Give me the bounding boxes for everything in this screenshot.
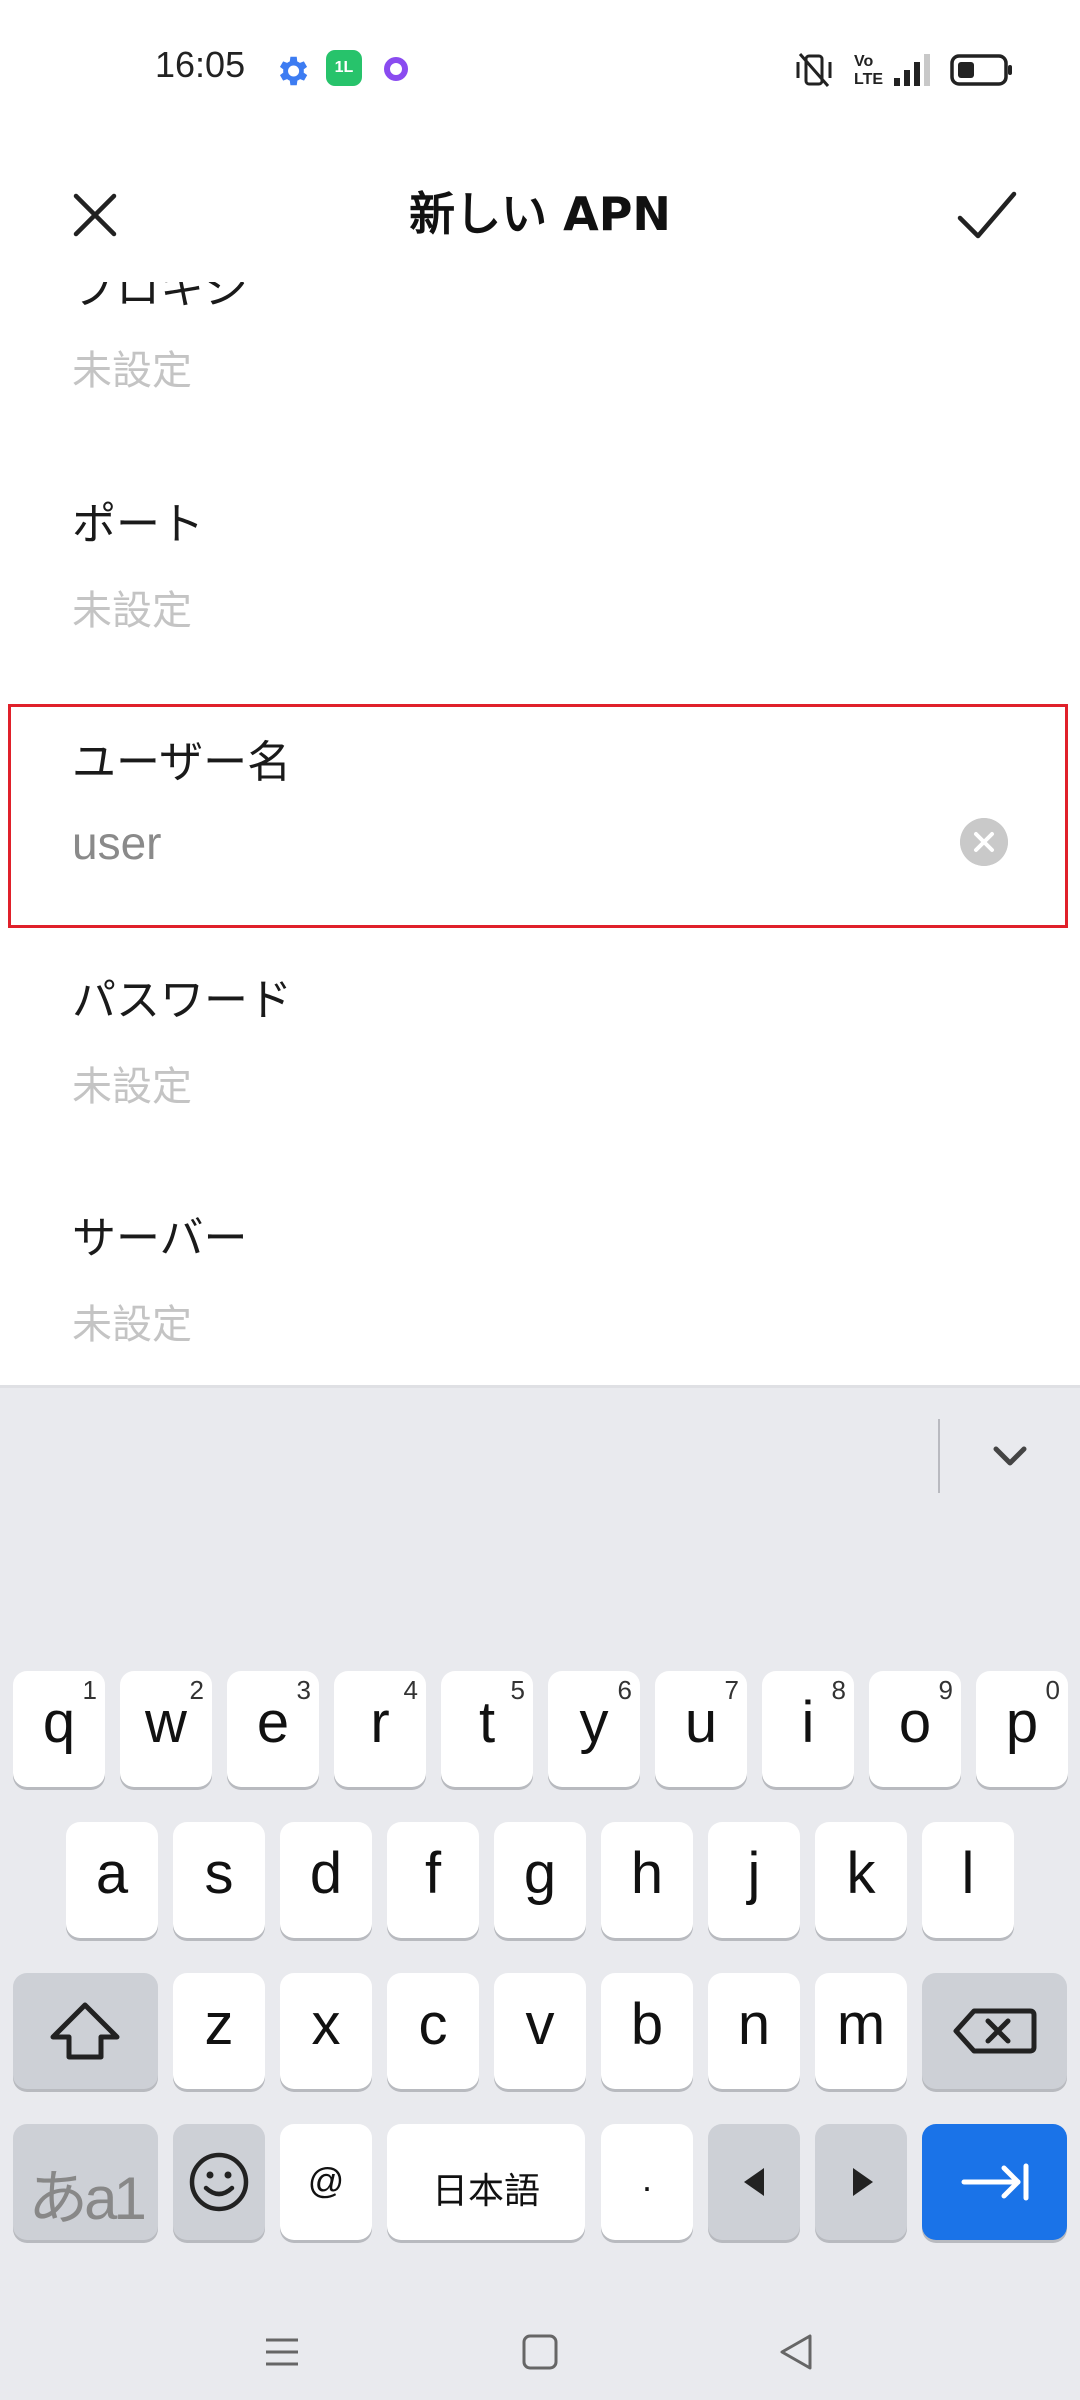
back-icon[interactable] — [776, 2332, 816, 2372]
field-value[interactable]: 未設定 — [72, 1292, 192, 1350]
keyboard-toolbar-divider — [938, 1419, 940, 1493]
key-n[interactable]: n — [708, 1973, 800, 2089]
vibrate-off-icon — [796, 53, 832, 87]
status-time: 16:05 — [155, 44, 246, 85]
key-j[interactable]: j — [708, 1822, 800, 1938]
emoji-key[interactable] — [173, 2124, 265, 2240]
svg-text:Vo: Vo — [854, 53, 873, 70]
status-bar: 16:05 1L Vo LTE — [0, 0, 1080, 140]
backspace-key[interactable] — [922, 1973, 1067, 2089]
battery-icon — [950, 54, 1012, 86]
home-icon[interactable] — [520, 2332, 560, 2372]
volte-icon: Vo LTE — [854, 53, 883, 88]
app-icon: 1L — [326, 50, 362, 86]
key-r[interactable]: r4 — [334, 1671, 426, 1787]
field-value[interactable]: 未設定 — [72, 338, 192, 396]
key-i[interactable]: i8 — [762, 1671, 854, 1787]
triangle-right-icon — [853, 2168, 873, 2196]
key-s[interactable]: s — [173, 1822, 265, 1938]
backspace-icon — [953, 2008, 1037, 2054]
key-h[interactable]: h — [601, 1822, 693, 1938]
field-label: ユーザー名 — [72, 737, 292, 788]
shift-icon — [50, 2002, 120, 2060]
key-a[interactable]: a — [66, 1822, 158, 1938]
key-t[interactable]: t5 — [441, 1671, 533, 1787]
menu-icon[interactable] — [262, 2332, 302, 2372]
key-o[interactable]: o9 — [869, 1671, 961, 1787]
check-icon[interactable] — [946, 178, 1026, 258]
key-z[interactable]: z — [173, 1973, 265, 2089]
field-label: パスワード — [72, 975, 292, 1026]
field-value[interactable]: 未設定 — [72, 578, 192, 636]
enter-key[interactable] — [922, 2124, 1067, 2240]
clear-icon[interactable] — [960, 818, 1008, 866]
key-l[interactable]: l — [922, 1822, 1014, 1938]
field-proxy-clip: プロキシ — [0, 282, 1080, 320]
key-f[interactable]: f — [387, 1822, 479, 1938]
key-p[interactable]: p0 — [976, 1671, 1068, 1787]
circle-icon — [384, 57, 408, 81]
mode-switch-key[interactable]: あa1 — [13, 2124, 158, 2240]
key-c[interactable]: c — [387, 1973, 479, 2089]
tab-next-icon — [961, 2163, 1029, 2201]
key-w[interactable]: w2 — [120, 1671, 212, 1787]
key-x[interactable]: x — [280, 1973, 372, 2089]
username-input[interactable]: user — [72, 816, 161, 870]
signal-icon — [894, 54, 930, 86]
key-g[interactable]: g — [494, 1822, 586, 1938]
key-d[interactable]: d — [280, 1822, 372, 1938]
field-label: プロキシ — [72, 282, 248, 314]
page-title: 新しい APN — [409, 187, 671, 241]
navigation-bar — [0, 2310, 1080, 2400]
chevron-down-icon[interactable] — [980, 1427, 1040, 1487]
triangle-left-icon — [744, 2168, 764, 2196]
key-e[interactable]: e3 — [227, 1671, 319, 1787]
keyboard: q1 w2 e3 r4 t5 y6 u7 i8 o9 p0 a s d f g … — [0, 1385, 1080, 2400]
key-v[interactable]: v — [494, 1973, 586, 2089]
svg-text:LTE: LTE — [854, 71, 883, 88]
space-key[interactable]: 日本語 — [387, 2124, 585, 2240]
key-m[interactable]: m — [815, 1973, 907, 2089]
keyboard-top-border — [0, 1385, 1080, 1388]
key-u[interactable]: u7 — [655, 1671, 747, 1787]
app-bar: 新しい APN — [0, 150, 1080, 280]
shift-key[interactable] — [13, 1973, 158, 2089]
key-k[interactable]: k — [815, 1822, 907, 1938]
gear-icon — [279, 56, 308, 86]
at-key[interactable]: @ — [280, 2124, 372, 2240]
cursor-right-key[interactable] — [815, 2124, 907, 2240]
emoji-icon — [189, 2152, 249, 2212]
field-label: ポート — [72, 499, 204, 550]
cursor-left-key[interactable] — [708, 2124, 800, 2240]
key-y[interactable]: y6 — [548, 1671, 640, 1787]
key-q[interactable]: q1 — [13, 1671, 105, 1787]
key-b[interactable]: b — [601, 1973, 693, 2089]
field-value[interactable]: 未設定 — [72, 1054, 192, 1112]
field-label: サーバー — [72, 1213, 248, 1264]
period-key[interactable]: . — [601, 2124, 693, 2240]
